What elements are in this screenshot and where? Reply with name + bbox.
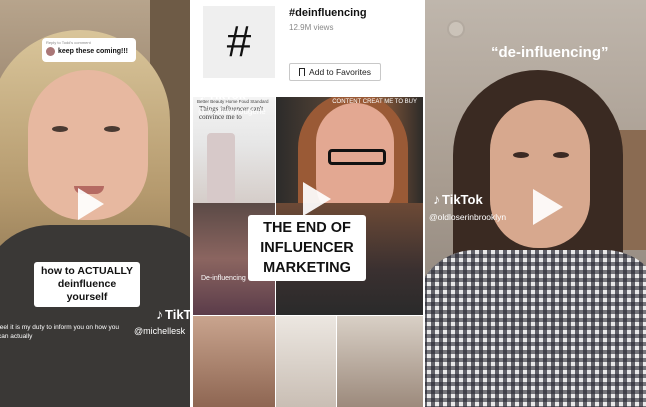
tiktok-wordmark: TikTok [165,306,190,322]
tile-overlay-text: CONTENT CREAT ME TO BUY [332,99,417,105]
video-tile[interactable]: CONTENT CREAT ME TO BUY [276,97,423,217]
video-tile[interactable] [276,316,336,407]
glasses [328,149,386,165]
reply-comment-bubble: Reply to Todd's comment keep these comin… [42,38,136,62]
play-icon[interactable] [78,188,104,220]
hashtag-title: #deinfluencing [289,7,367,19]
play-icon[interactable] [533,189,563,225]
creator-handle[interactable]: @madisonrougerie [198,107,266,116]
person-shirt [425,250,646,407]
add-to-favorites-label: Add to Favorites [309,67,371,77]
ceiling-light [449,22,463,36]
video-title: “de-influencing” [491,44,609,61]
tiktok-note-icon: ♪ [156,306,163,322]
creator-handle[interactable]: @michellesk [134,326,185,336]
person-eye [52,126,68,132]
creator-handle[interactable]: @oldloserinbrooklyn [429,212,506,222]
tiktok-logo: ♪ TikTok [199,87,246,103]
video-subtitle: feel it is my duty to inform you on how … [0,324,120,340]
add-to-favorites-button[interactable]: Add to Favorites [289,63,381,81]
collage: Reply to Todd's comment keep these comin… [0,0,646,407]
video-caption: how to ACTUALLY deinfluence yourself [34,262,140,307]
video-tile[interactable] [337,316,423,407]
video-caption: THE END OF INFLUENCER MARKETING [248,215,366,281]
tiktok-wordmark: TikTok [208,88,246,102]
hashtag-icon: # [203,6,275,78]
tiktok-logo: ♪ TikTok [433,191,483,207]
person-eye [513,152,529,158]
reply-label: Reply to Todd's comment [46,40,91,45]
person-face [490,100,590,248]
person-eye [104,126,120,132]
tiktok-logo: ♪ TikTok [156,306,190,322]
tiktok-wordmark: TikTok [442,191,483,207]
video-panel-left[interactable]: Reply to Todd's comment keep these comin… [0,0,190,407]
person-eye [553,152,569,158]
tiktok-note-icon: ♪ [433,191,440,207]
video-tile[interactable] [193,316,275,407]
bookmark-icon [299,68,306,76]
play-icon[interactable] [303,182,331,216]
tumbler-cup [207,133,235,203]
tiktok-note-icon: ♪ [199,87,206,103]
hashtag-views: 12.9M views [289,23,334,32]
commenter-avatar [46,47,55,56]
reply-text: keep these coming!!! [58,48,129,55]
tile-label: De-influencing [201,275,246,282]
